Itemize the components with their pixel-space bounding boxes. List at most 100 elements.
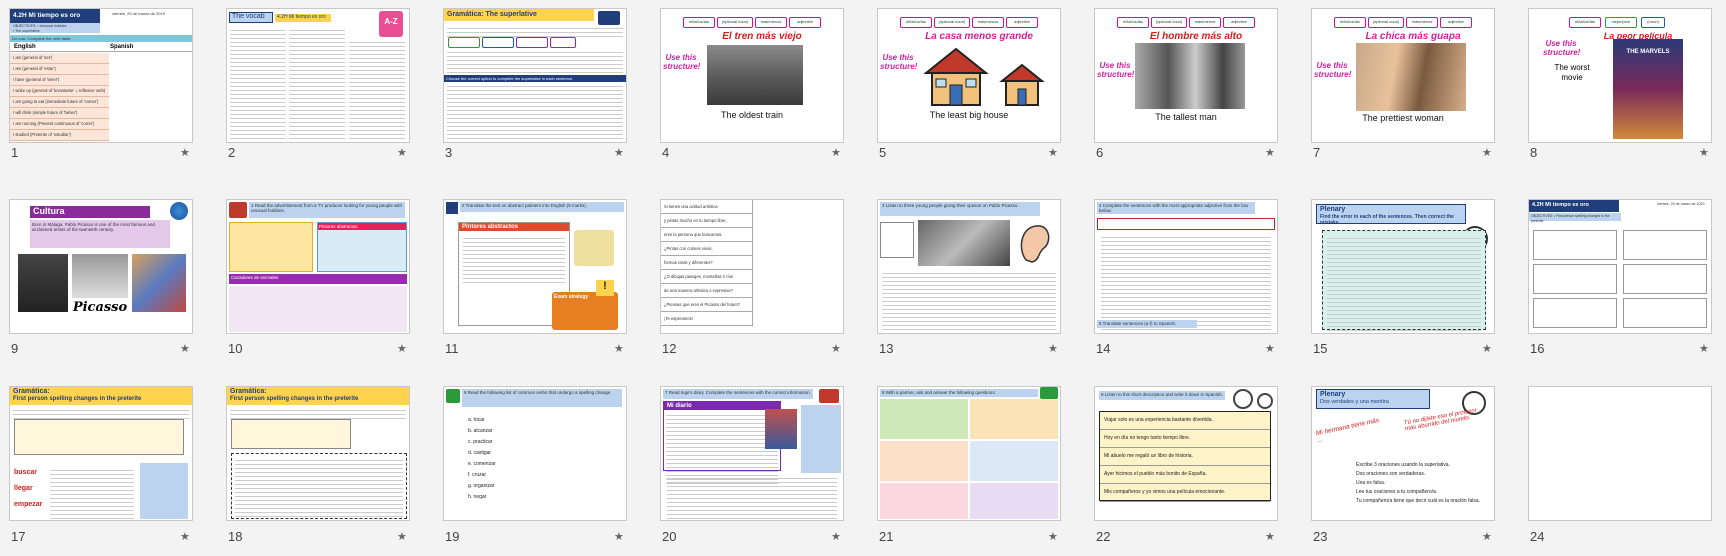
- completion-sentences: [1101, 234, 1271, 333]
- structure-pill-noun: (noun): [1641, 17, 1665, 28]
- ear-icon: [1020, 225, 1050, 263]
- adjective-box: [1097, 218, 1275, 230]
- slide-subtitle: Dos verdades y una mentira: [1320, 399, 1389, 405]
- verb-list-item: h. negar: [468, 494, 487, 500]
- slide-thumbnail-18[interactable]: Gramática: First person spelling changes…: [226, 386, 410, 521]
- slide-thumbnail-15[interactable]: Plenary Find the error in each of the se…: [1311, 199, 1495, 334]
- slide-transition-icon[interactable]: ★: [831, 530, 841, 543]
- slide-transition-icon[interactable]: ★: [1482, 146, 1492, 159]
- slide-thumbnail-16[interactable]: 4.2H Mi tiempo es oro viernes, 29 de mar…: [1528, 199, 1712, 334]
- picasso-signature: Picasso: [72, 300, 128, 315]
- glossary-panel: [801, 405, 841, 473]
- slide-thumbnail-4[interactable]: el/la/los/las (optional noun) más/menos …: [660, 8, 844, 143]
- slide-thumbnail-20[interactable]: 7 Read Inge's diary. Complete the senten…: [660, 386, 844, 521]
- slide-thumbnail-3[interactable]: Gramática: The superlative Choose the co…: [443, 8, 627, 143]
- slide-transition-icon[interactable]: ★: [180, 342, 190, 355]
- table-row: eres la persona que buscamos.: [661, 228, 753, 242]
- dictation-sentence: Mis compañeros y yo vimos una película e…: [1100, 484, 1270, 502]
- slide-thumbnail-13[interactable]: 3 Listen to three young people giving th…: [877, 199, 1061, 334]
- slide-thumbnail-23[interactable]: Plenary Dos verdades y una mentira Mi he…: [1311, 386, 1495, 521]
- slide-thumbnail-24[interactable]: [1528, 386, 1712, 521]
- slide-transition-icon[interactable]: ★: [180, 146, 190, 159]
- table-row: de una manera artística o expresiva?: [661, 284, 753, 298]
- task-instructions: 2 Translate the text on abstract painter…: [460, 202, 624, 212]
- slide-transition-icon[interactable]: ★: [1699, 146, 1709, 159]
- slide-transition-icon[interactable]: ★: [1265, 342, 1275, 355]
- dictation-sentence: Ayer hicimos el pueblo más bonito de Esp…: [1100, 466, 1270, 484]
- translate-icon: [446, 202, 458, 214]
- slide-transition-icon[interactable]: ★: [1482, 342, 1492, 355]
- slide-thumbnail-5[interactable]: el/la/los/las (optional noun) más/menos …: [877, 8, 1061, 143]
- slide-thumbnail-2[interactable]: The vocab 4.2H Mi tiempo es oro A-Z: [226, 8, 410, 143]
- structure-pill-mejor-peor: mejor/peor: [1605, 17, 1637, 28]
- painter-illustration: [574, 230, 614, 266]
- slide-title: Cultura: [30, 206, 150, 218]
- use-this-structure-note: Use this structure!: [1314, 61, 1352, 79]
- slide-transition-icon[interactable]: ★: [614, 146, 624, 159]
- slide-transition-icon[interactable]: ★: [1699, 342, 1709, 355]
- slide-subtitle: Find the error in each of the sentences.…: [1320, 214, 1454, 226]
- slide-number: 14: [1096, 341, 1111, 356]
- slide-title: The vocab: [229, 12, 273, 23]
- slide-thumbnail-17[interactable]: Gramática: First person spelling changes…: [9, 386, 193, 521]
- column-spanish: Spanish: [110, 44, 134, 50]
- handwritten-example-2: Tú no dijiste eso el profesor más aburri…: [1403, 407, 1478, 433]
- slide-transition-icon[interactable]: ★: [397, 342, 407, 355]
- slide-thumbnail-10[interactable]: 1 Read the advertisement from a TV produ…: [226, 199, 410, 334]
- structure-pill-adjective: adjective: [1440, 17, 1472, 28]
- picasso-art-photo: [918, 220, 1010, 266]
- structure-pill-comparative: más/menos: [1189, 17, 1221, 28]
- slide-thumbnail-21[interactable]: 8 With a partner, ask and answer the fol…: [877, 386, 1061, 521]
- slide-transition-icon[interactable]: ★: [397, 146, 407, 159]
- grammar-icon: [598, 11, 622, 25]
- slide-title: Plenary: [1320, 391, 1346, 398]
- table-row: formas raras y diferentes?: [661, 256, 753, 270]
- slide-thumbnail-22[interactable]: 9 Listen to this short description and w…: [1094, 386, 1278, 521]
- structure-pill-article: el/la/los/las: [1334, 17, 1366, 28]
- tall-man-photo: [1135, 43, 1245, 109]
- structure-pill-article: el/la/los/las: [900, 17, 932, 28]
- task-instructions-2: 5 Translate sentences (a-f) to Spanish.: [1097, 320, 1197, 328]
- slide-transition-icon[interactable]: ★: [397, 530, 407, 543]
- slide-subtitle: First person spelling changes in the pre…: [13, 396, 142, 402]
- slide-title-bar: 4.2H Mi tiempo es oro: [10, 9, 100, 23]
- slide-transition-icon[interactable]: ★: [1048, 530, 1058, 543]
- slide-transition-icon[interactable]: ★: [831, 146, 841, 159]
- instruction-line: Una es falsa.: [1356, 480, 1386, 486]
- slide-thumbnail-1[interactable]: 4.2H Mi tiempo es oro viernes, 29 de mar…: [9, 8, 193, 143]
- slide-thumbnail-14[interactable]: 4 Complete the sentences with the most a…: [1094, 199, 1278, 334]
- dictation-sentence: Mi abuelo me regaló un libro de historia…: [1100, 448, 1270, 466]
- slide-number: 7: [1313, 145, 1321, 160]
- slide-transition-icon[interactable]: ★: [180, 530, 190, 543]
- slide-thumbnail-19[interactable]: 6 Read the following list of common verb…: [443, 386, 627, 521]
- dictation-panel: Viajar solo es una experiencia bastante …: [1099, 411, 1271, 502]
- question-panel-6: [970, 483, 1058, 519]
- structure-pill: [516, 37, 548, 48]
- slide-thumbnail-9[interactable]: Cultura Born in Málaga, Pablo Picasso is…: [9, 199, 193, 334]
- slide-thumbnail-11[interactable]: 2 Translate the text on abstract painter…: [443, 199, 627, 334]
- table-row: ¿Piensas que eres el Picasso del futuro?: [661, 298, 753, 312]
- slide-transition-icon[interactable]: ★: [1048, 342, 1058, 355]
- task-instructions: 9 Listen to this short description and w…: [1099, 391, 1225, 400]
- slide-transition-icon[interactable]: ★: [614, 342, 624, 355]
- slide-thumbnail-12[interactable]: Si tienes una actitud artística y pintas …: [660, 199, 844, 334]
- gap-fill-exercise: [231, 453, 407, 519]
- slide-number: 23: [1313, 529, 1328, 544]
- task-instructions: 7 Read Inge's diary. Complete the senten…: [663, 389, 813, 399]
- slide-sorter-grid: 4.2H Mi tiempo es oro viernes, 29 de mar…: [0, 0, 1726, 556]
- grammar-explanation: [13, 407, 189, 419]
- slide-transition-icon[interactable]: ★: [1265, 530, 1275, 543]
- slide-transition-icon[interactable]: ★: [831, 342, 841, 355]
- slide-transition-icon[interactable]: ★: [1482, 530, 1492, 543]
- slide-transition-icon[interactable]: ★: [1265, 146, 1275, 159]
- slide-thumbnail-6[interactable]: el/la/los/las (optional noun) más/menos …: [1094, 8, 1278, 143]
- slide-transition-icon[interactable]: ★: [1048, 146, 1058, 159]
- slide-thumbnail-8[interactable]: el/la/los/las mejor/peor (noun) La peor …: [1528, 8, 1712, 143]
- slide-transition-icon[interactable]: ★: [614, 530, 624, 543]
- diary-panel: Mi diario: [663, 401, 781, 484]
- verb-list-item: f. cruzar: [468, 472, 487, 478]
- table-row: Si tienes una actitud artística: [661, 200, 753, 214]
- grammar-explanation: [447, 25, 623, 37]
- slide-thumbnail-7[interactable]: el/la/los/las (optional noun) más/menos …: [1311, 8, 1495, 143]
- slide-number: 11: [445, 341, 459, 356]
